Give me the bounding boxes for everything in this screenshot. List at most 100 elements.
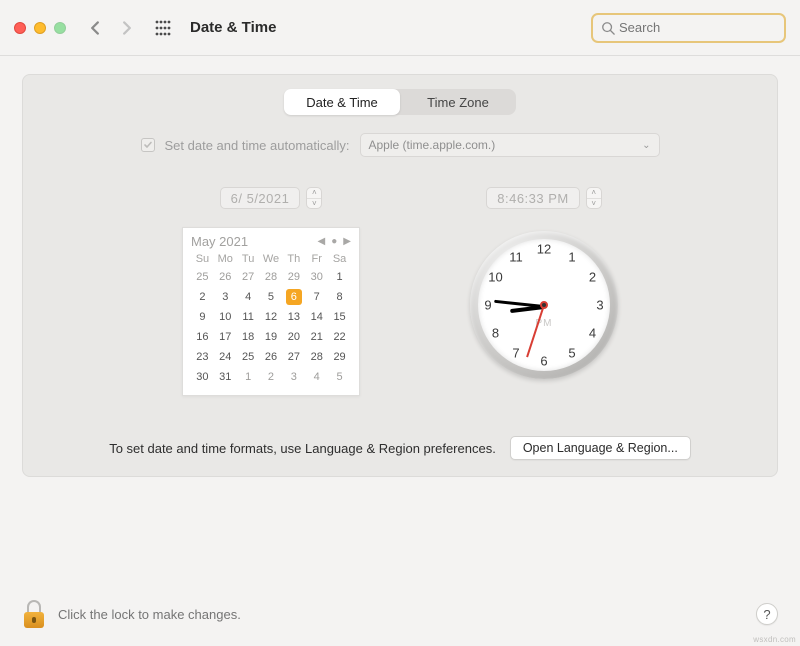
calendar-day[interactable]: 13 [282,309,305,325]
calendar-next-icon[interactable]: ▶ [343,236,351,247]
calendar-title: May 2021 [191,234,248,249]
calendar-dow: Tu [237,253,260,265]
date-column: 6/ 5/2021 ˄ ˅ May 2021 ◀ ● ▶ SuMoTuWeThF… [182,187,360,396]
date-input[interactable]: 6/ 5/2021 [220,187,301,209]
clock-pin [540,301,548,309]
calendar-day[interactable]: 31 [214,369,237,385]
calendar-dow: Th [282,253,305,265]
calendar-day[interactable]: 2 [191,289,214,305]
calendar-nav: ◀ ● ▶ [318,236,351,247]
calendar-day[interactable]: 24 [214,349,237,365]
calendar-day[interactable]: 18 [237,329,260,345]
calendar-day[interactable]: 4 [305,369,328,385]
auto-set-checkbox[interactable] [141,138,155,152]
analog-clock: PM 121234567891011 [470,231,618,379]
watermark: wsxdn.com [753,635,796,644]
clock-number: 8 [487,326,505,341]
clock-number: 2 [583,270,601,285]
date-stepper-buttons[interactable]: ˄ ˅ [306,187,322,209]
tab-date-time[interactable]: Date & Time [284,89,400,115]
forward-button[interactable] [118,19,136,37]
calendar-day[interactable]: 28 [305,349,328,365]
calendar-day[interactable]: 7 [305,289,328,305]
calendar-day[interactable]: 29 [328,349,351,365]
back-button[interactable] [86,19,104,37]
clock-number: 12 [535,242,553,257]
search-input[interactable] [619,20,795,35]
calendar-day[interactable]: 26 [214,269,237,285]
calendar-day[interactable]: 29 [282,269,305,285]
clock-hand-s [527,306,545,358]
calendar-day[interactable]: 30 [305,269,328,285]
calendar-day[interactable]: 3 [214,289,237,305]
calendar-day[interactable]: 28 [260,269,283,285]
calendar-day[interactable]: 22 [328,329,351,345]
calendar-day[interactable]: 25 [237,349,260,365]
calendar-day[interactable]: 5 [260,289,283,305]
zoom-window-button[interactable] [54,22,66,34]
calendar-day[interactable]: 16 [191,329,214,345]
calendar-day[interactable]: 25 [191,269,214,285]
calendar-day[interactable]: 11 [237,309,260,325]
auto-set-label: Set date and time automatically: [165,138,350,153]
time-server-dropdown[interactable]: Apple (time.apple.com.) ⌄ [360,133,660,157]
calendar-day[interactable]: 30 [191,369,214,385]
calendar-day[interactable]: 3 [282,369,305,385]
clock-number: 6 [535,354,553,369]
calendar-day[interactable]: 19 [260,329,283,345]
calendar-day[interactable]: 17 [214,329,237,345]
calendar-day[interactable]: 1 [237,369,260,385]
search-field[interactable] [591,13,786,43]
calendar-day[interactable]: 4 [237,289,260,305]
window-title: Date & Time [190,19,276,36]
close-window-button[interactable] [14,22,26,34]
calendar-dow: Sa [328,253,351,265]
time-column: 8:46:33 PM ˄ ˅ PM 121234567891011 [470,187,618,396]
nav-buttons [86,19,136,37]
calendar-day[interactable]: 10 [214,309,237,325]
window-controls [14,22,66,34]
time-stepper-buttons[interactable]: ˄ ˅ [586,187,602,209]
calendar-day[interactable]: 9 [191,309,214,325]
footer: Click the lock to make changes. ? [22,600,778,628]
calendar-dow: Mo [214,253,237,265]
calendar-day[interactable]: 12 [260,309,283,325]
calendar-day[interactable]: 23 [191,349,214,365]
tab-bar: Date & Time Time Zone [284,89,516,115]
clock-number: 7 [507,346,525,361]
calendar-prev-icon[interactable]: ◀ [318,236,326,247]
tab-time-zone[interactable]: Time Zone [400,89,516,115]
calendar-day[interactable]: 27 [237,269,260,285]
calendar-day[interactable]: 8 [328,289,351,305]
open-language-region-button[interactable]: Open Language & Region... [510,436,691,460]
lock-button[interactable] [22,600,46,628]
calendar-day[interactable]: 21 [305,329,328,345]
stepper-down-icon: ˅ [307,199,321,209]
calendar-dow: Su [191,253,214,265]
stepper-down-icon: ˅ [587,199,601,209]
show-all-prefs-button[interactable] [154,19,172,37]
date-stepper: 6/ 5/2021 ˄ ˅ [220,187,323,209]
clock-number: 4 [583,326,601,341]
calendar-day[interactable]: 2 [260,369,283,385]
minimize-window-button[interactable] [34,22,46,34]
time-server-value: Apple (time.apple.com.) [369,138,496,152]
auto-set-row: Set date and time automatically: Apple (… [23,133,777,157]
calendar[interactable]: May 2021 ◀ ● ▶ SuMoTuWeThFrSa25262728293… [182,227,360,396]
calendar-day[interactable]: 15 [328,309,351,325]
calendar-day[interactable]: 5 [328,369,351,385]
time-input[interactable]: 8:46:33 PM [486,187,580,209]
clock-number: 10 [487,270,505,285]
calendar-day[interactable]: 20 [282,329,305,345]
help-button[interactable]: ? [756,603,778,625]
calendar-day[interactable]: 26 [260,349,283,365]
calendar-dow: Fr [305,253,328,265]
calendar-day[interactable]: 14 [305,309,328,325]
search-icon [601,21,615,35]
calendar-day[interactable]: 27 [282,349,305,365]
clock-number: 1 [563,249,581,264]
calendar-day[interactable]: 1 [328,269,351,285]
stepper-up-icon: ˄ [307,188,321,199]
calendar-today-icon[interactable]: ● [331,236,337,247]
calendar-day[interactable]: 6 [282,289,305,305]
